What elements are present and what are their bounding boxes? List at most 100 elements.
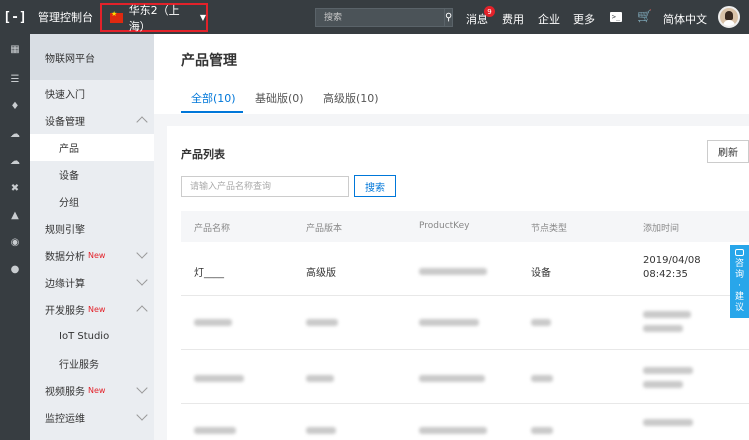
sidebar: 物联网平台 快速入门 设备管理 产品 设备 分组 规则引擎 数据分析 New 边… — [30, 34, 154, 440]
redacted-cell — [643, 325, 683, 332]
added-time: 08:42:35 — [643, 269, 688, 280]
redacted-cell — [531, 319, 551, 326]
nav-enterprise[interactable]: 企业 — [538, 11, 560, 27]
added-date: 2019/04/08 — [643, 255, 701, 266]
node-type: 设备 — [531, 268, 551, 279]
global-search-input[interactable] — [316, 9, 444, 26]
region-label: 华东2（上海） — [128, 3, 180, 33]
sidebar-item-device-management[interactable]: 设备管理 — [30, 107, 154, 134]
sidebar-item-video-services[interactable]: 视频服务 New — [30, 377, 154, 404]
shuffle-icon[interactable]: ✖ — [9, 183, 21, 195]
sidebar-item-edge-computing[interactable]: 边缘计算 — [30, 269, 154, 296]
redacted-cell — [643, 367, 693, 374]
sidebar-item-label: 监控运维 — [45, 414, 85, 425]
nav-billing[interactable]: 费用 — [502, 11, 524, 27]
product-icon-rail: ▦ ☰ ♦ ☁ ☁ ✖ ▲ ◉ ● — [0, 34, 30, 440]
sidebar-item-group[interactable]: 分组 — [30, 188, 154, 215]
sidebar-item-label: 数据分析 — [45, 252, 85, 263]
redacted-product-key — [419, 268, 487, 275]
column-header: 产品名称 — [194, 224, 231, 234]
circle-icon[interactable]: ● — [9, 264, 21, 276]
redacted-cell — [643, 311, 691, 318]
console-title[interactable]: 管理控制台 — [38, 9, 93, 25]
consult-tab-char: 询 — [734, 270, 744, 280]
sidebar-item-label: 分组 — [59, 198, 79, 209]
list-icon[interactable]: ☰ — [9, 74, 21, 86]
sidebar-item-label: 开发服务 — [45, 306, 85, 317]
new-badge: New — [88, 305, 106, 314]
sidebar-item-quickstart[interactable]: 快速入门 — [30, 80, 154, 107]
consult-tab-char: 议 — [734, 303, 744, 313]
consult-tab-char: 建 — [734, 292, 744, 302]
redacted-cell — [531, 375, 553, 382]
chevron-down-icon — [136, 409, 148, 421]
refresh-button[interactable]: 刷新 — [707, 140, 749, 163]
table-row[interactable] — [181, 297, 749, 350]
nav-language[interactable]: 简体中文 — [663, 11, 707, 27]
sidebar-item-dev-services[interactable]: 开发服务 New — [30, 296, 154, 323]
product-search-input[interactable] — [181, 176, 349, 197]
redacted-cell — [194, 427, 236, 434]
new-badge: New — [88, 251, 106, 260]
search-button[interactable]: 搜索 — [354, 175, 396, 197]
shield-icon[interactable]: ♦ — [9, 101, 21, 113]
cart-icon[interactable]: 🛒 — [637, 9, 652, 23]
consult-tab-char: 咨 — [734, 259, 744, 269]
tab-basic[interactable]: 基础版(0) — [255, 90, 304, 106]
chevron-down-icon — [136, 382, 148, 394]
redacted-cell — [643, 419, 693, 426]
grid-icon[interactable]: ▦ — [9, 44, 21, 56]
active-tab-indicator — [181, 111, 243, 113]
global-search: ⚲ — [315, 8, 453, 27]
table-row[interactable]: 灯____ 高级版 设备 2019/04/08 08:42:35 — [181, 243, 749, 296]
sidebar-item-monitoring[interactable]: 监控运维 — [30, 404, 154, 431]
tab-all[interactable]: 全部(10) — [191, 90, 236, 106]
product-name[interactable]: 灯____ — [194, 264, 224, 279]
chat-icon — [735, 249, 744, 256]
table-row[interactable] — [181, 405, 749, 440]
sidebar-item-iot-studio[interactable]: IoT Studio — [30, 323, 154, 350]
redacted-cell — [419, 375, 485, 382]
chevron-up-icon — [136, 116, 148, 128]
panel-title: 产品列表 — [181, 148, 225, 161]
sidebar-item-industry-services[interactable]: 行业服务 — [30, 350, 154, 377]
consult-tab-char: · — [738, 281, 741, 291]
sidebar-item-data-analysis[interactable]: 数据分析 New — [30, 242, 154, 269]
sidebar-item-label: 边缘计算 — [45, 279, 85, 290]
redacted-cell — [194, 375, 244, 382]
redacted-cell — [643, 381, 683, 388]
table-row[interactable] — [181, 351, 749, 404]
nodes-icon[interactable]: ▲ — [9, 210, 21, 222]
sidebar-item-rule-engine[interactable]: 规则引擎 — [30, 215, 154, 242]
globe-icon[interactable]: ◉ — [9, 237, 21, 249]
chevron-up-icon — [136, 305, 148, 317]
redacted-cell — [194, 319, 232, 326]
product-list-panel: 产品列表 刷新 搜索 产品名称 产品版本 ProductKey 节点类型 添加时… — [167, 126, 749, 440]
redacted-cell — [306, 375, 334, 382]
sidebar-item-label: IoT Studio — [59, 331, 110, 342]
sidebar-header: 物联网平台 — [30, 34, 154, 80]
column-header: 节点类型 — [531, 224, 568, 234]
sidebar-item-label: 产品 — [59, 144, 79, 155]
caret-down-icon: ▼ — [199, 13, 206, 22]
redacted-cell — [306, 427, 336, 434]
sidebar-item-device[interactable]: 设备 — [30, 161, 154, 188]
nav-more[interactable]: 更多 — [573, 11, 595, 27]
cloud-gear-icon[interactable]: ☁ — [9, 156, 21, 168]
chevron-down-icon — [136, 274, 148, 286]
chevron-down-icon — [136, 247, 148, 259]
table-header: 产品名称 产品版本 ProductKey 节点类型 添加时间 — [181, 211, 749, 242]
main-content: 产品管理 全部(10) 基础版(0) 高级版(10) 产品列表 刷新 搜索 产品… — [154, 34, 749, 440]
region-selector[interactable]: 华东2（上海） ▼ — [100, 3, 208, 33]
aliyun-logo[interactable]: [-] — [0, 0, 30, 34]
sidebar-item-label: 快速入门 — [45, 90, 85, 101]
tab-advanced[interactable]: 高级版(10) — [323, 90, 379, 106]
search-icon[interactable]: ⚲ — [444, 9, 452, 26]
china-flag-icon — [110, 10, 123, 23]
avatar[interactable] — [718, 6, 740, 28]
sidebar-item-product[interactable]: 产品 — [30, 134, 154, 161]
consult-feedback-tab[interactable]: 咨 询 · 建 议 — [730, 245, 749, 318]
terminal-icon[interactable]: >_ — [610, 12, 622, 22]
cloud-icon[interactable]: ☁ — [9, 129, 21, 141]
sidebar-item-label: 规则引擎 — [45, 225, 85, 236]
